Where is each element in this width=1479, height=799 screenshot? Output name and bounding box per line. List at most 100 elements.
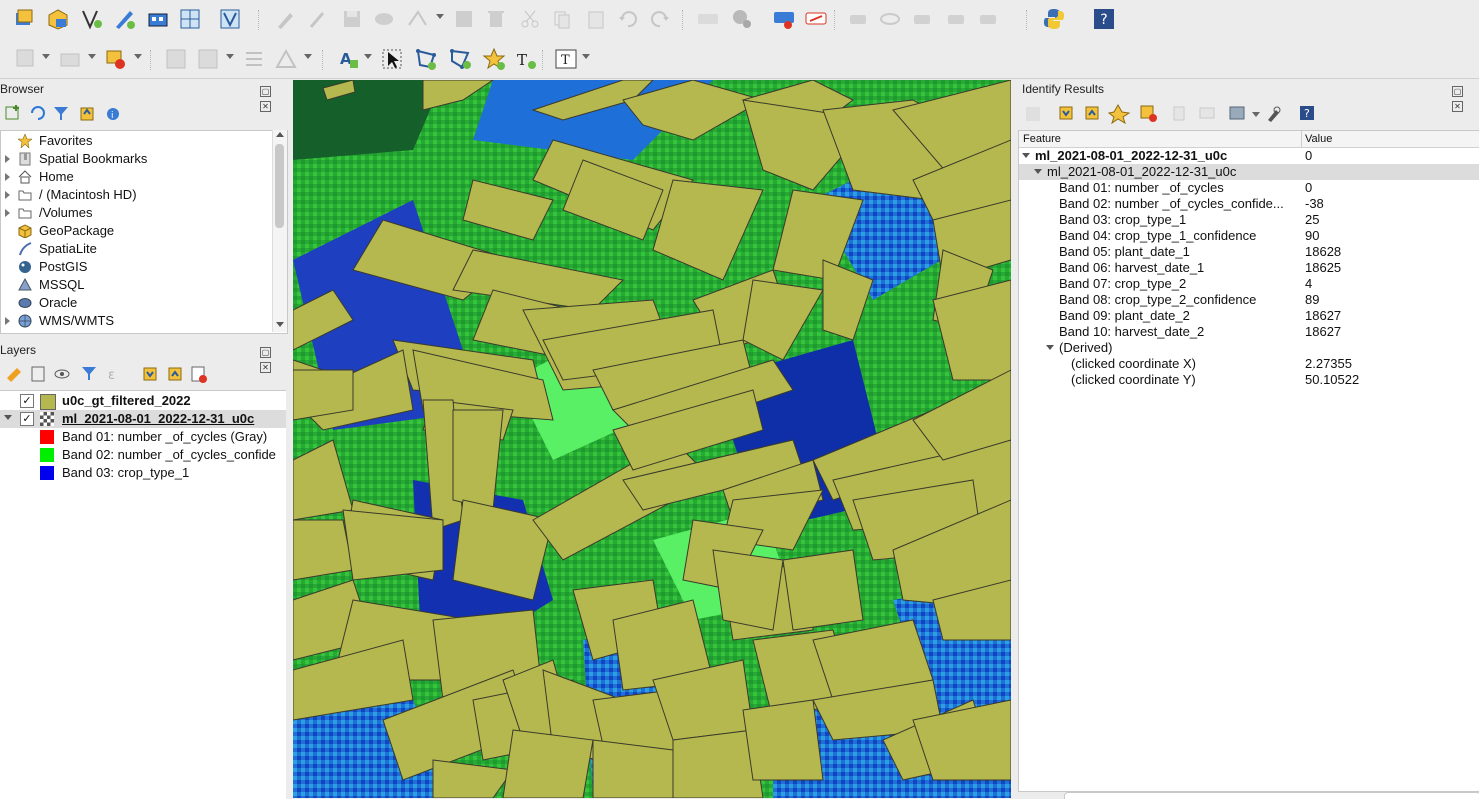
feature-column-header[interactable]: Feature [1023,133,1061,145]
deselect-icon[interactable] [58,47,82,71]
edit-pencil-icon[interactable] [274,7,298,31]
add-feature-icon[interactable] [372,7,396,31]
identify-feature-row[interactable]: ml_2021-08-01_2022-12-31_u0c [1019,164,1479,180]
attribute-row[interactable]: Band 02: number _of_cycles_confide... -38 [1019,196,1479,212]
text-format-dropdown[interactable] [582,54,590,59]
pencil-icon[interactable] [306,7,330,31]
plugin-icon[interactable] [146,7,170,31]
move-icon[interactable] [196,47,220,71]
layer-visibility-checkbox[interactable]: ✓ [20,394,34,408]
help-icon[interactable]: ? [1092,7,1116,31]
field-calc-icon[interactable] [452,7,476,31]
save-edits-icon[interactable] [340,7,364,31]
copy-icon[interactable] [550,7,574,31]
browser-item[interactable]: Home [1,168,271,186]
attribute-row[interactable]: Band 03: crop_type_1 25 [1019,212,1479,228]
browser-item[interactable]: WMS/WMTS [1,312,271,330]
layer-row[interactable]: ✓ u0c_gt_filtered_2022 [0,392,286,410]
new-vector-icon[interactable] [80,7,104,31]
new-geopackage-icon[interactable] [46,7,70,31]
chevron-down-icon[interactable] [1034,169,1042,174]
coord-x-row[interactable]: (clicked coordinate X) 2.27355 [1019,356,1479,372]
browser-tree[interactable]: Favorites Spatial Bookmarks Home / (Macinto… [0,130,288,334]
filter-dropdown[interactable] [134,54,142,59]
browser-item[interactable]: Spatial Bookmarks [1,150,271,168]
python-icon[interactable] [1042,7,1066,31]
add-ring-icon[interactable] [414,47,438,71]
delete-icon[interactable] [484,7,508,31]
attribute-row[interactable]: Band 05: plant_date_1 18628 [1019,244,1479,260]
attribute-row[interactable]: Band 07: crop_type_2 4 [1019,276,1479,292]
browser-item[interactable]: / (Macintosh HD) [1,186,271,204]
label-props-icon[interactable] [976,7,1000,31]
label-pin-icon[interactable] [730,7,754,31]
chevron-right-icon[interactable] [5,317,10,325]
layout-icon[interactable] [178,7,202,31]
cut-icon[interactable] [518,7,542,31]
label-show-icon[interactable] [878,7,902,31]
label-red-icon[interactable] [804,7,828,31]
simplify-dropdown[interactable] [304,54,312,59]
select-feature-icon[interactable] [14,47,38,71]
browser-item[interactable]: Favorites [1,132,271,150]
browser-item[interactable]: PostGIS [1,258,271,276]
attribute-row[interactable]: Band 04: crop_type_1_confidence 90 [1019,228,1479,244]
label-move-icon[interactable] [846,7,870,31]
node-tool-dropdown[interactable] [436,14,444,19]
layers-dock-buttons[interactable]: ▢✕ [260,343,284,373]
derived-row[interactable]: (Derived) [1019,340,1479,356]
select-dropdown[interactable] [42,54,50,59]
undo-icon[interactable] [616,7,640,31]
label-tool-dropdown[interactable] [364,54,372,59]
browser-item[interactable]: MSSQL [1,276,271,294]
label-rotate-icon[interactable] [910,7,934,31]
style-manager-icon[interactable] [218,7,242,31]
pointer-icon[interactable] [380,47,404,71]
chevron-right-icon[interactable] [5,155,10,163]
star-icon[interactable] [482,47,506,71]
label-tool-icon[interactable]: A [336,47,360,71]
attribute-row[interactable]: Band 08: crop_type_2_confidence 89 [1019,292,1479,308]
chevron-down-icon[interactable] [4,415,12,420]
browser-item[interactable]: GeoPackage [1,222,271,240]
chevron-right-icon[interactable] [5,209,10,217]
attribute-row[interactable]: Band 09: plant_date_2 18627 [1019,308,1479,324]
node-tool-icon[interactable] [406,7,430,31]
label-icon[interactable] [696,7,720,31]
browser-item[interactable]: /Volumes [1,204,271,222]
filter-icon[interactable] [104,47,128,71]
chevron-right-icon[interactable] [5,191,10,199]
chevron-right-icon[interactable] [5,173,10,181]
identify-results-tree[interactable]: Feature Value ml_2021-08-01_2022-12-31_u… [1018,130,1479,792]
value-column-header[interactable]: Value [1305,133,1332,145]
identify-mode-dropdown[interactable] [1252,112,1260,117]
attribute-row[interactable]: Band 06: harvest_date_1 18625 [1019,260,1479,276]
deselect-dropdown[interactable] [88,54,96,59]
paste-icon[interactable] [584,7,608,31]
label-highlight-icon[interactable] [772,7,796,31]
identify-layer-row[interactable]: ml_2021-08-01_2022-12-31_u0c 0 [1019,148,1479,164]
coord-y-row[interactable]: (clicked coordinate Y) 50.10522 [1019,372,1479,388]
map-canvas[interactable] [293,80,1011,798]
map-rendering[interactable] [293,80,1011,798]
label-change-icon[interactable] [944,7,968,31]
layer-row[interactable]: ✓ ml_2021-08-01_2022-12-31_u0c [0,410,286,428]
browser-item[interactable]: SpatiaLite [1,240,271,258]
rotate-icon[interactable] [242,47,266,71]
attribute-row[interactable]: Band 10: harvest_date_2 18627 [1019,324,1479,340]
browser-scrollbar[interactable] [272,130,287,332]
browser-item[interactable]: Oracle [1,294,271,312]
simplify-icon[interactable] [274,47,298,71]
digitize-icon[interactable] [112,7,136,31]
move-dropdown[interactable] [226,54,234,59]
layers-tree[interactable]: ✓ u0c_gt_filtered_2022 ✓ ml_2021-08-01_2022… [0,390,286,799]
edit-attr-icon[interactable] [164,47,188,71]
browser-dock-buttons[interactable]: ▢✕ [260,82,284,112]
text-annotation-icon[interactable]: T [514,47,538,71]
open-project-icon[interactable] [12,7,36,31]
chevron-down-icon[interactable] [1022,153,1030,158]
chevron-down-icon[interactable] [1046,345,1054,350]
redo-icon[interactable] [648,7,672,31]
text-format-icon[interactable]: T [554,47,578,71]
add-part-icon[interactable] [448,47,472,71]
